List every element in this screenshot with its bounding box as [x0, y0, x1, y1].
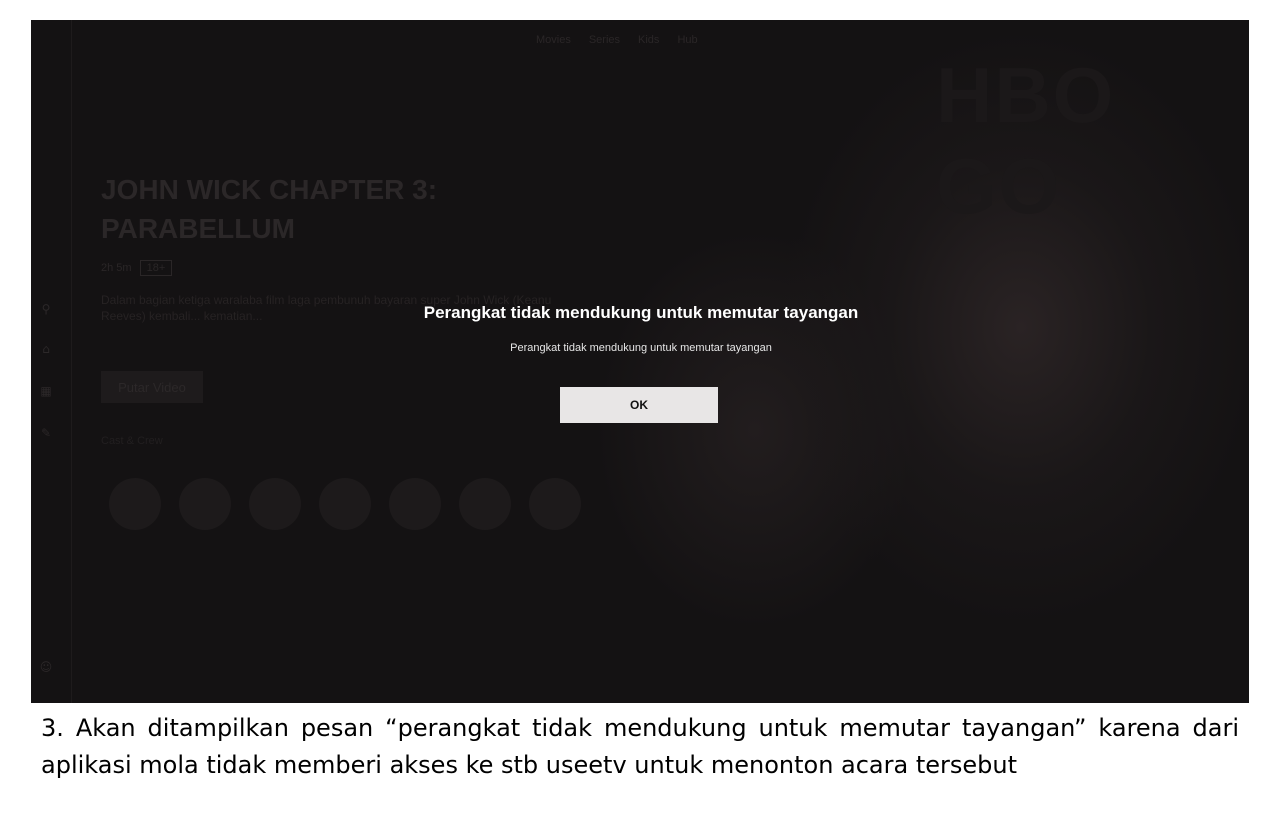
nav-item[interactable]: Movies	[536, 34, 571, 56]
cast-avatar[interactable]	[179, 478, 231, 530]
cast-label: Cast & Crew	[101, 435, 163, 447]
cast-avatar[interactable]	[459, 478, 511, 530]
search-icon[interactable]: ⚲	[39, 302, 53, 316]
cast-avatar[interactable]	[319, 478, 371, 530]
duration: 2h 5m	[101, 262, 132, 274]
tv-screen: ⚲ ⌂ ▦ ✎ ☺ Movies Series Kids Hub HBO GO …	[31, 20, 1249, 703]
profile-icon[interactable]: ☺	[39, 660, 53, 674]
sidebar: ⚲ ⌂ ▦ ✎ ☺	[31, 20, 72, 703]
caption-text: 3. Akan ditampilkan pesan “perangkat tid…	[41, 714, 1239, 779]
edit-icon[interactable]: ✎	[39, 426, 53, 440]
show-title: JOHN WICK CHAPTER 3: PARABELLUM	[101, 174, 438, 244]
home-icon[interactable]: ⌂	[39, 342, 53, 356]
dialog-message: Perangkat tidak mendukung untuk memutar …	[510, 342, 772, 354]
cast-avatar[interactable]	[109, 478, 161, 530]
ok-button[interactable]: OK	[560, 387, 718, 423]
cast-row	[109, 478, 581, 530]
nav-item[interactable]: Hub	[677, 34, 697, 56]
cast-avatar[interactable]	[389, 478, 441, 530]
grid-icon[interactable]: ▦	[39, 384, 53, 398]
brand-logo: HBO GO	[936, 51, 1116, 230]
top-nav: Movies Series Kids Hub	[536, 34, 698, 56]
cast-avatar[interactable]	[249, 478, 301, 530]
nav-item[interactable]: Series	[589, 34, 620, 56]
age-rating-badge: 18+	[139, 260, 173, 276]
error-dialog: Perangkat tidak mendukung untuk memutar …	[391, 298, 891, 428]
cast-avatar[interactable]	[529, 478, 581, 530]
dialog-title: Perangkat tidak mendukung untuk memutar …	[423, 303, 859, 322]
show-meta: 2h 5m 18+	[101, 260, 173, 276]
play-video-button[interactable]: Putar Video	[101, 371, 203, 403]
nav-item[interactable]: Kids	[638, 34, 659, 56]
